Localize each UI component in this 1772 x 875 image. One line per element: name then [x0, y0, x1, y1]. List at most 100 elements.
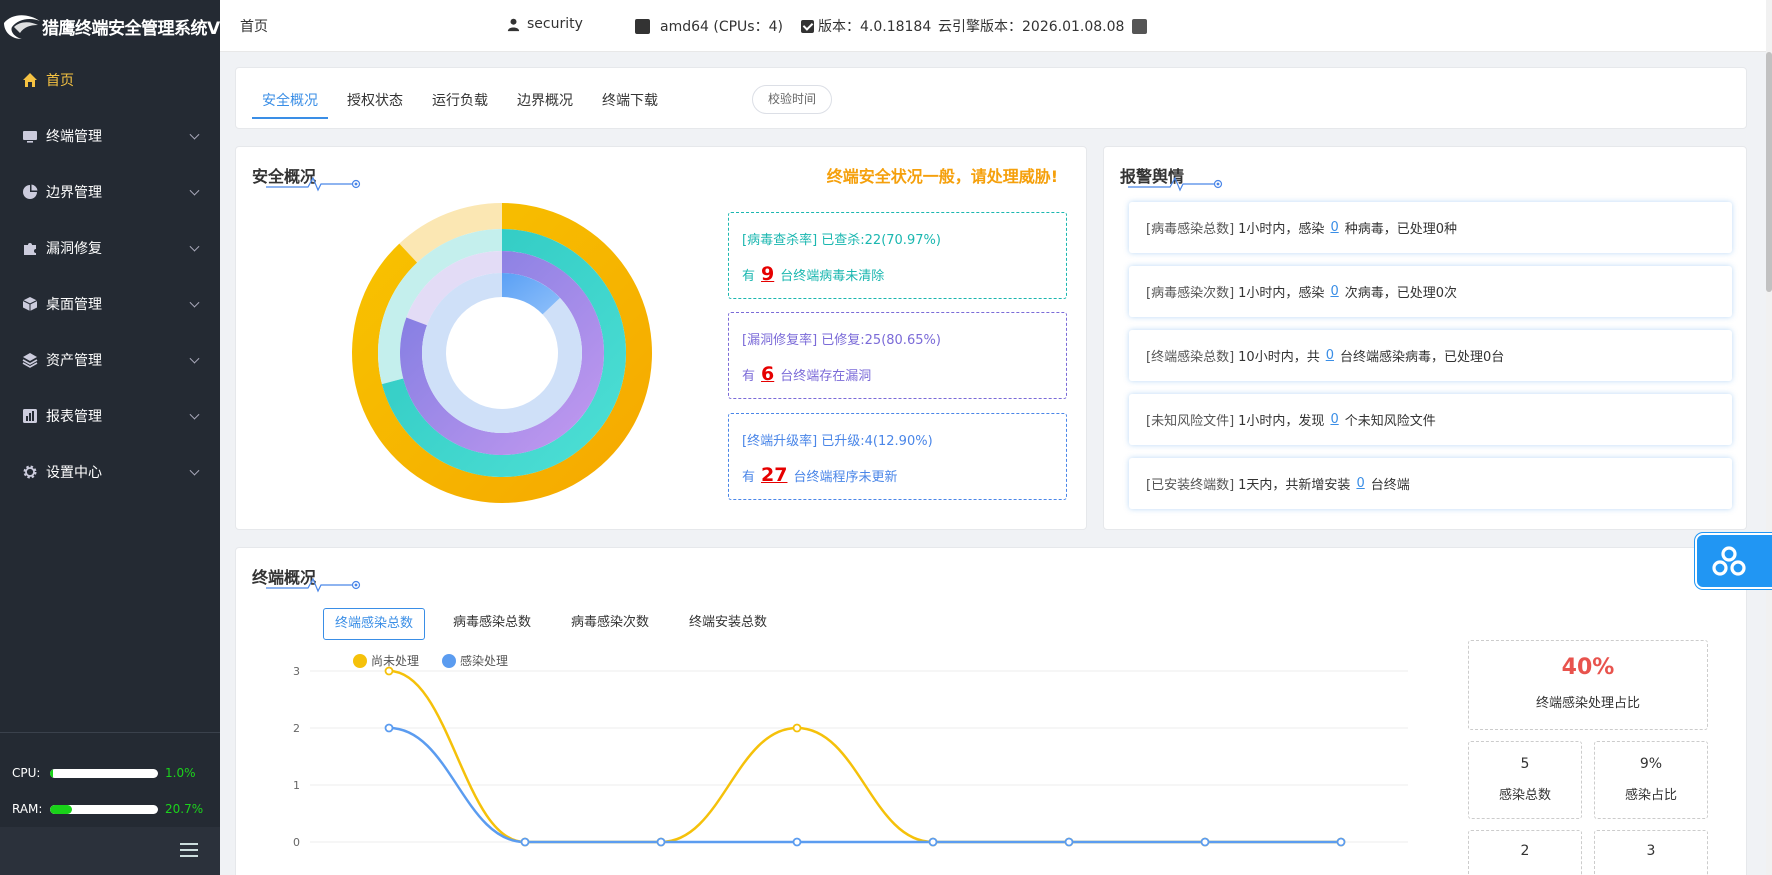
y-tick-label: 2: [293, 722, 300, 735]
pie-icon: [23, 184, 38, 199]
summary-value-4: 3: [1646, 843, 1656, 859]
sidebar-item-label: 资产管理: [46, 353, 102, 369]
alarm-suffix: 台终端感染病毒，已处理0台: [1339, 350, 1505, 365]
notification-icon[interactable]: [1132, 18, 1148, 34]
sub-tab-2[interactable]: 病毒感染次数: [560, 608, 660, 640]
layers-icon: [22, 353, 38, 368]
cpu-chip-icon: [635, 18, 650, 34]
stat-count[interactable]: 27: [761, 464, 787, 486]
sidebar-item-label: 报表管理: [46, 409, 102, 425]
data-point[interactable]: [1336, 837, 1346, 847]
ram-value: 20.7%: [165, 802, 204, 816]
ram-stat: RAM: 20.7%: [12, 791, 220, 827]
sidebar-item-2[interactable]: 边界管理: [0, 164, 220, 220]
sidebar-footer: [0, 827, 220, 875]
data-point[interactable]: [928, 837, 938, 847]
alarm-prefix: 1天内，共新增安装: [1238, 478, 1351, 493]
data-point[interactable]: [1064, 837, 1074, 847]
page-scrollbar[interactable]: [1766, 0, 1772, 875]
alarm-count[interactable]: 0: [1330, 284, 1338, 299]
sidebar-item-1[interactable]: 终端管理: [0, 108, 220, 164]
y-tick-label: 0: [293, 836, 300, 849]
alarm-count[interactable]: 0: [1326, 348, 1334, 363]
data-point[interactable]: [384, 723, 394, 733]
title-decoration-icon: [266, 176, 361, 192]
rings-center: [462, 313, 542, 393]
cube-icon: [22, 297, 38, 311]
app-logo: 猎鹰终端安全管理系统V9.0: [0, 0, 220, 52]
system-stats: CPU: 1.0% RAM: 20.7%: [0, 732, 220, 827]
stat-prefix: 有: [742, 269, 756, 284]
infection-ratio-label: 终端感染处理占比: [1535, 696, 1640, 711]
alarm-tag: [已安装终端数]: [1146, 478, 1235, 493]
top-bar: 首页 security amd64 (CPUs：4) 版本：4.0.18184 …: [220, 0, 1772, 52]
stat-rate-text: [病毒查杀率] 已查杀:22(70.97%): [742, 233, 941, 248]
stat-rate-text: [终端升级率] 已升级:4(12.90%): [742, 434, 933, 449]
data-point[interactable]: [656, 837, 666, 847]
infection-total-label: 感染总数: [1498, 788, 1551, 803]
chevron-down-icon: [189, 297, 200, 308]
chevron-down-icon: [189, 185, 200, 196]
sidebar-item-4[interactable]: 桌面管理: [0, 276, 220, 332]
alarm-prefix: 1小时内，感染: [1238, 222, 1325, 237]
tab-4[interactable]: 终端下载: [602, 90, 658, 110]
sidebar-item-label: 边界管理: [46, 185, 102, 201]
arch-text: amd64 (CPUs：4): [660, 19, 783, 35]
security-stat-box[interactable]: [病毒查杀率] 已查杀:22(70.97%) 有 9 台终端病毒未清除: [728, 212, 1067, 299]
alarm-tag: [终端感染总数]: [1146, 350, 1235, 365]
sub-tab-3[interactable]: 终端安装总数: [678, 608, 778, 640]
user-info[interactable]: security: [506, 16, 583, 32]
scrollbar-thumb[interactable]: [1766, 52, 1772, 292]
chevron-down-icon: [189, 241, 200, 252]
tab-3[interactable]: 边界概况: [517, 90, 573, 110]
cpu-bar-fill: [50, 768, 53, 778]
sidebar-item-3[interactable]: 漏洞修复: [0, 220, 220, 276]
stat-suffix: 台终端程序未更新: [793, 470, 898, 485]
cpu-stat: CPU: 1.0%: [12, 755, 220, 791]
alarm-item[interactable]: [已安装终端数] 1天内，共新增安装 0 台终端: [1129, 458, 1732, 509]
ram-bar-fill: [50, 804, 73, 814]
cpu-label: CPU:: [12, 766, 41, 780]
sidebar-item-0[interactable]: 首页: [0, 52, 220, 108]
sub-tab-0[interactable]: 终端感染总数: [323, 608, 426, 640]
series-line-0: [388, 669, 1341, 844]
alarm-tag: [病毒感染总数]: [1146, 222, 1235, 237]
stat-prefix: 有: [742, 470, 756, 485]
ram-label: RAM:: [12, 802, 43, 816]
alarm-prefix: 10小时内，共: [1238, 350, 1320, 365]
menu-toggle-icon[interactable]: [180, 843, 198, 859]
data-point[interactable]: [384, 666, 394, 676]
alarm-suffix: 次病毒，已处理0次: [1344, 286, 1457, 301]
sidebar-item-5[interactable]: 资产管理: [0, 332, 220, 388]
alarm-count[interactable]: 0: [1356, 476, 1364, 491]
stat-detail: 有 6 台终端存在漏洞: [742, 363, 871, 385]
data-point[interactable]: [792, 837, 802, 847]
data-point[interactable]: [1200, 837, 1210, 847]
sub-tab-1[interactable]: 病毒感染总数: [442, 608, 542, 640]
security-stat-box[interactable]: [终端升级率] 已升级:4(12.90%) 有 27 台终端程序未更新: [728, 413, 1067, 500]
alarm-item[interactable]: [终端感染总数] 10小时内，共 0 台终端感染病毒，已处理0台: [1129, 330, 1732, 381]
stat-rate-text: [漏洞修复率] 已修复:25(80.65%): [742, 333, 941, 348]
security-stat-box[interactable]: [漏洞修复率] 已修复:25(80.65%) 有 6 台终端存在漏洞: [728, 312, 1067, 399]
stat-count[interactable]: 6: [761, 363, 774, 385]
tab-2[interactable]: 运行负载: [432, 90, 488, 110]
sidebar-item-6[interactable]: 报表管理: [0, 388, 220, 444]
sidebar-item-7[interactable]: 设置中心: [0, 444, 220, 500]
y-tick-label: 1: [293, 779, 300, 792]
alarm-item[interactable]: [未知风险文件] 1小时内，发现 0 个未知风险文件: [1129, 394, 1732, 445]
breadcrumb[interactable]: 首页: [240, 16, 268, 36]
tab-0[interactable]: 安全概况: [252, 90, 328, 119]
alarm-item[interactable]: [病毒感染总数] 1小时内，感染 0 种病毒，已处理0种: [1129, 202, 1732, 253]
data-point[interactable]: [520, 837, 530, 847]
verify-time-button[interactable]: 校验时间: [752, 85, 832, 114]
stat-count[interactable]: 9: [761, 263, 774, 285]
floating-assistant-button[interactable]: [1695, 533, 1772, 589]
alarm-item[interactable]: [病毒感染次数] 1小时内，感染 0 次病毒，已处理0次: [1129, 266, 1732, 317]
data-point[interactable]: [792, 723, 802, 733]
user-icon: [507, 18, 520, 31]
title-decoration-icon: [1128, 176, 1223, 192]
alarm-count[interactable]: 0: [1330, 412, 1338, 427]
summary-box-3: 2: [1468, 830, 1582, 875]
tab-1[interactable]: 授权状态: [347, 90, 403, 110]
alarm-count[interactable]: 0: [1330, 220, 1338, 235]
